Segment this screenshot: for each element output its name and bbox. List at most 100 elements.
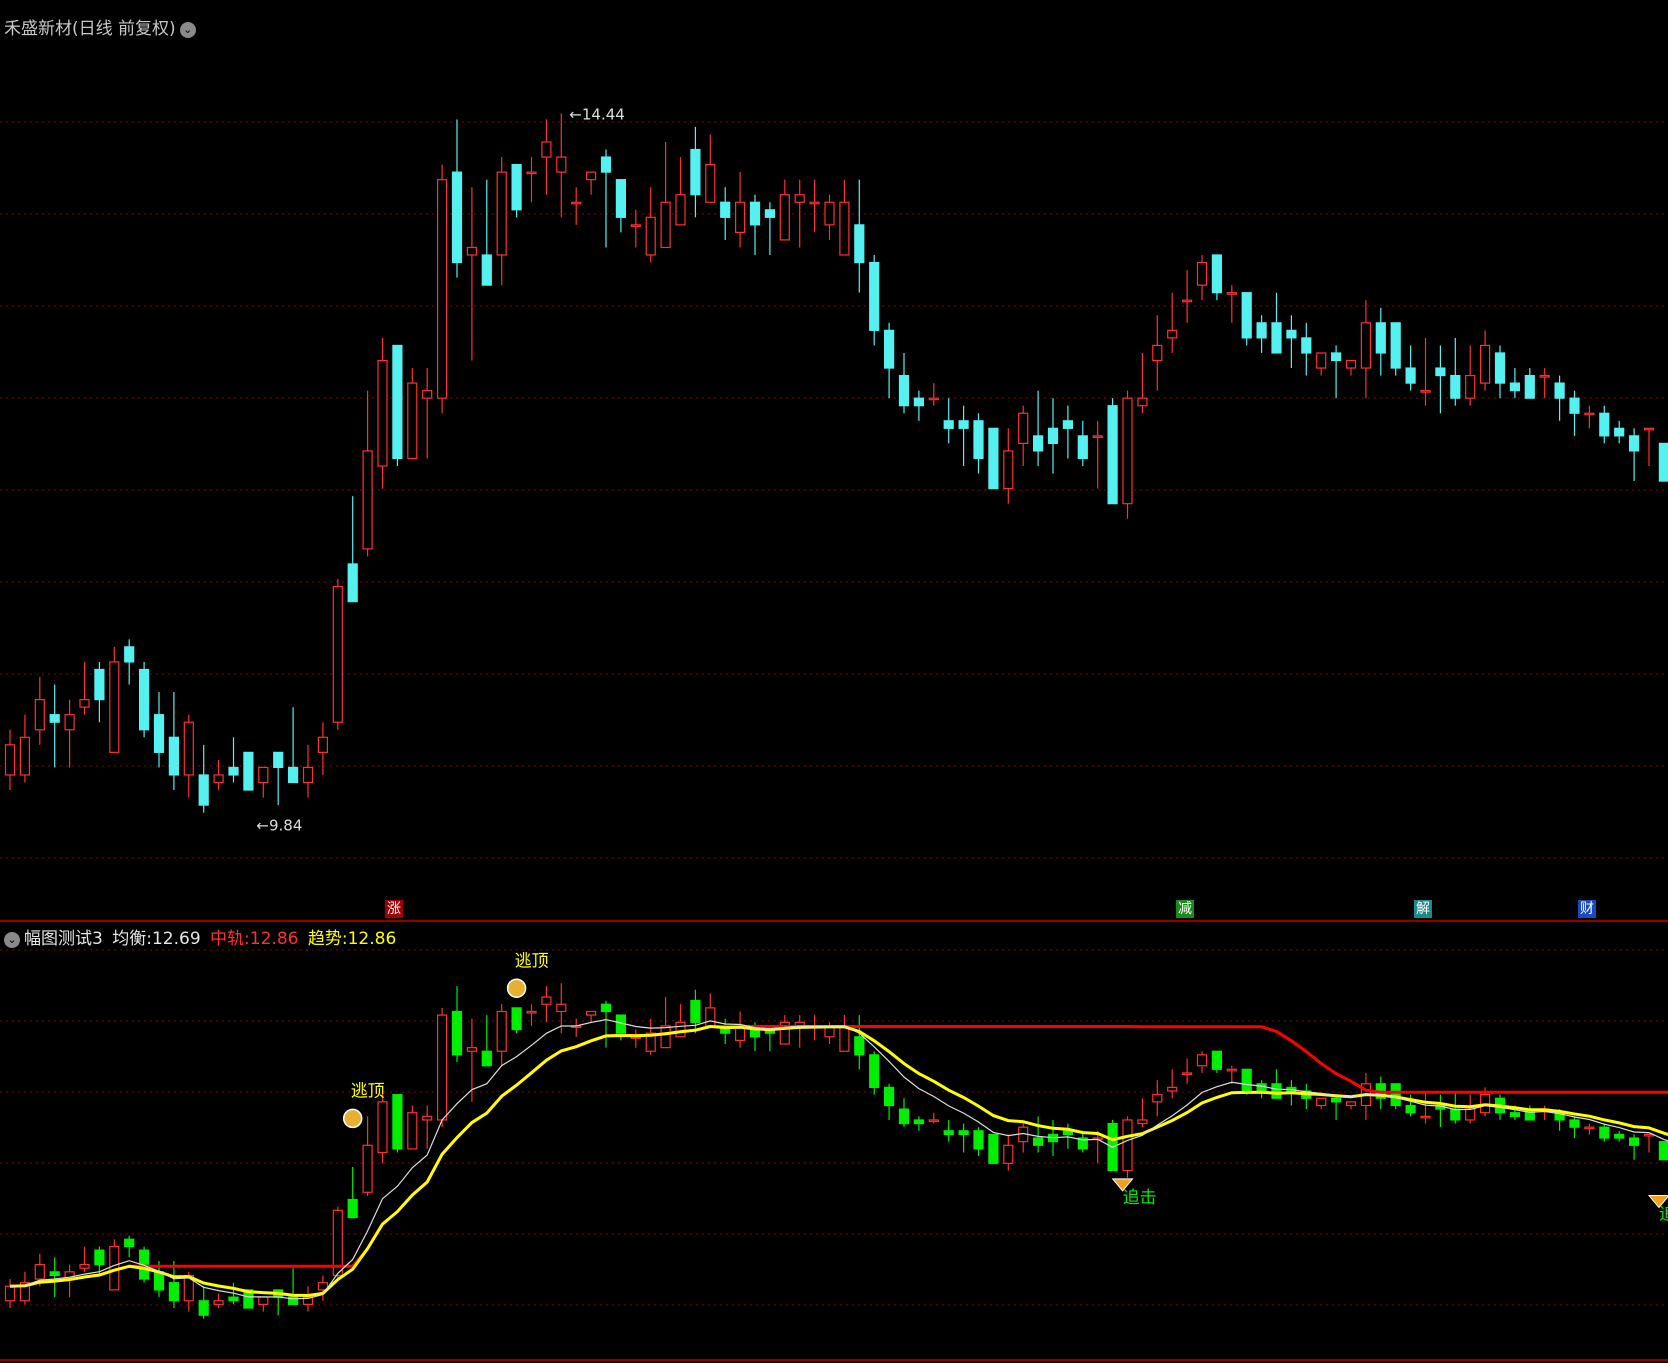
signal-label-escape-top: 逃顶 [351,1081,385,1101]
candle-up [556,156,567,173]
candle-up [377,1101,388,1154]
candle-down [153,714,165,753]
candle-down [1077,435,1088,460]
candle-down [1211,254,1223,294]
candle-down [600,1003,612,1013]
candle-down [1286,329,1297,339]
mid-line [9,1025,1668,1288]
candle-up [466,1047,477,1052]
candle-down [898,374,910,407]
candle-down [139,668,150,731]
candle-up [928,397,939,401]
candle-down [94,668,105,701]
candle-down [615,179,627,218]
candle-up [660,1025,671,1049]
candle-down [124,646,135,663]
candle-up [824,201,835,226]
candle-down [720,201,731,218]
candle-up [1137,397,1148,407]
candle-down [1375,322,1386,354]
chevron-down-icon[interactable]: ⌄ [4,932,20,948]
candle-down [1390,322,1401,369]
mid-value: 12.86 [249,929,299,949]
candle-up [377,359,388,467]
balance-value: 12.69 [151,929,201,949]
candle-up [4,744,16,776]
candle-up [1420,390,1431,393]
candle-down [913,397,925,407]
candle-up [1152,1094,1163,1103]
candle-up [34,1263,45,1280]
candle-down [1658,1141,1668,1161]
candle-down [1599,412,1610,437]
kline-chart[interactable]: ←14.44←9.84逃顶逃顶追击追击 [0,0,1668,1363]
candle-down [1301,337,1312,354]
candle-up [407,382,418,460]
candle-up [183,721,194,776]
signal-label-chase: 追击 [1659,1205,1668,1225]
candle-down [869,261,880,331]
candle-up [422,390,433,399]
candle-down [288,766,299,784]
candle-down [764,209,776,218]
candle-down [1390,1083,1401,1107]
candle-up [362,1144,373,1193]
signal-label-escape-top: 逃顶 [515,951,549,971]
candle-down [883,1086,895,1107]
candle-up [1479,344,1491,384]
candle-up [1316,352,1327,369]
candle-up [541,141,552,158]
candle-down [1569,397,1580,414]
candle-down [898,1108,910,1125]
candle-down [1450,1108,1461,1121]
candle-up [109,661,120,753]
candle-up [1584,1126,1595,1130]
candle-up [1643,427,1655,431]
candle-down [1405,367,1416,384]
candle-down [913,1119,925,1125]
candle-up [675,194,686,226]
candle-up [1092,435,1103,438]
indicator-candles [4,983,1668,1319]
event-tag-finance[interactable]: 财 [1578,900,1596,918]
candle-up [422,1115,433,1121]
candle-down [1032,435,1044,452]
candle-up [466,246,477,256]
main-candles [4,113,1668,813]
candle-up [258,1296,269,1305]
candle-up [1018,412,1029,444]
candle-down [1569,1119,1580,1128]
candle-up [541,996,552,1005]
indicator-name: 幅图测试3 [24,929,103,949]
candle-down [1599,1126,1610,1139]
indicator-header[interactable]: ⌄ 幅图测试3 均衡:12.69 中轨:12.86 趋势:12.86 [4,924,396,949]
candle-up [1345,1101,1357,1107]
candle-down [1524,374,1535,399]
candle-down [690,1000,701,1023]
trend-label: 趋势: [307,929,348,949]
event-tag-unlock[interactable]: 解 [1414,900,1432,918]
candle-down [198,1300,209,1316]
candle-down [869,1054,880,1089]
candle-down [690,148,701,196]
candle-up [645,216,656,256]
candle-down [988,1133,999,1164]
candle-down [481,1050,492,1067]
event-tag-reduce[interactable]: 减 [1176,900,1194,918]
candle-down [451,1010,463,1056]
candle-up [1122,1119,1133,1172]
candle-down [168,1282,179,1302]
main-chart-title[interactable]: 禾盛新材(日线 前复权) ⌄ [4,14,196,39]
candle-down [1509,1112,1521,1117]
balance-label: 均衡: [112,929,152,949]
candle-up [1196,261,1208,286]
candle-up [556,1003,567,1013]
chevron-down-icon[interactable]: ⌄ [179,22,196,38]
money-bag-icon [506,978,527,998]
candle-down [1405,1104,1416,1114]
candle-down [511,1007,522,1031]
candle-up [705,1007,716,1027]
event-tag-rise[interactable]: 涨 [385,900,403,918]
candle-down [49,1271,60,1277]
candle-up [34,699,45,731]
